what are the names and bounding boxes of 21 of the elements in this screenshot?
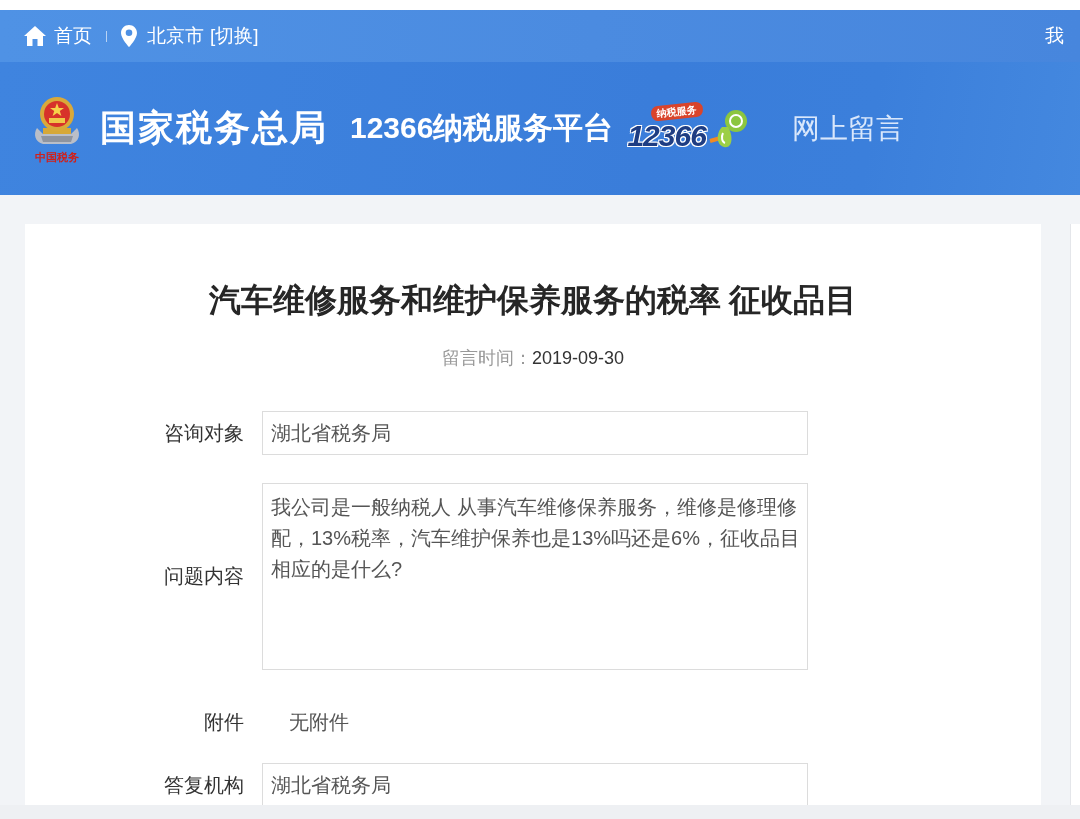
attachment-value: 无附件 — [288, 709, 349, 735]
account-link[interactable]: 我 — [1045, 23, 1064, 49]
logo-number: 12366 — [627, 119, 706, 153]
field-label: 咨询对象 — [163, 420, 244, 446]
field-label: 附件 — [203, 709, 244, 735]
message-title: 汽车维修服务和维护保养服务的税率 征收品目 — [207, 281, 859, 320]
emblem-caption: 中国税务 — [35, 149, 79, 164]
city-label: 北京市 — [147, 24, 204, 48]
logo-ribbon: 纳税服务 — [650, 101, 705, 122]
home-icon — [24, 26, 46, 46]
section-title: 网上留言 — [791, 111, 904, 146]
time-label: 留言时间： — [441, 348, 532, 368]
agency-name: 国家税务总局 — [100, 106, 328, 150]
location-pin-icon — [121, 25, 137, 47]
question-field[interactable]: 我公司是一般纳税人 从事汽车维修保养服务，维修是修理修配，13%税率，汽车维护保养也是13%吗还是6%，征收品目相应的是什么? — [262, 483, 808, 670]
input-field[interactable]: 湖北省税务局 — [262, 411, 808, 455]
time-value: 2019-09-30 — [531, 348, 625, 368]
platform-name: 12366纳税服务平台 — [350, 110, 614, 146]
field-label: 问题内容 — [163, 564, 244, 589]
field-label: 答复机构 — [163, 772, 244, 798]
input-field[interactable]: 湖北省税务局 — [262, 763, 808, 805]
